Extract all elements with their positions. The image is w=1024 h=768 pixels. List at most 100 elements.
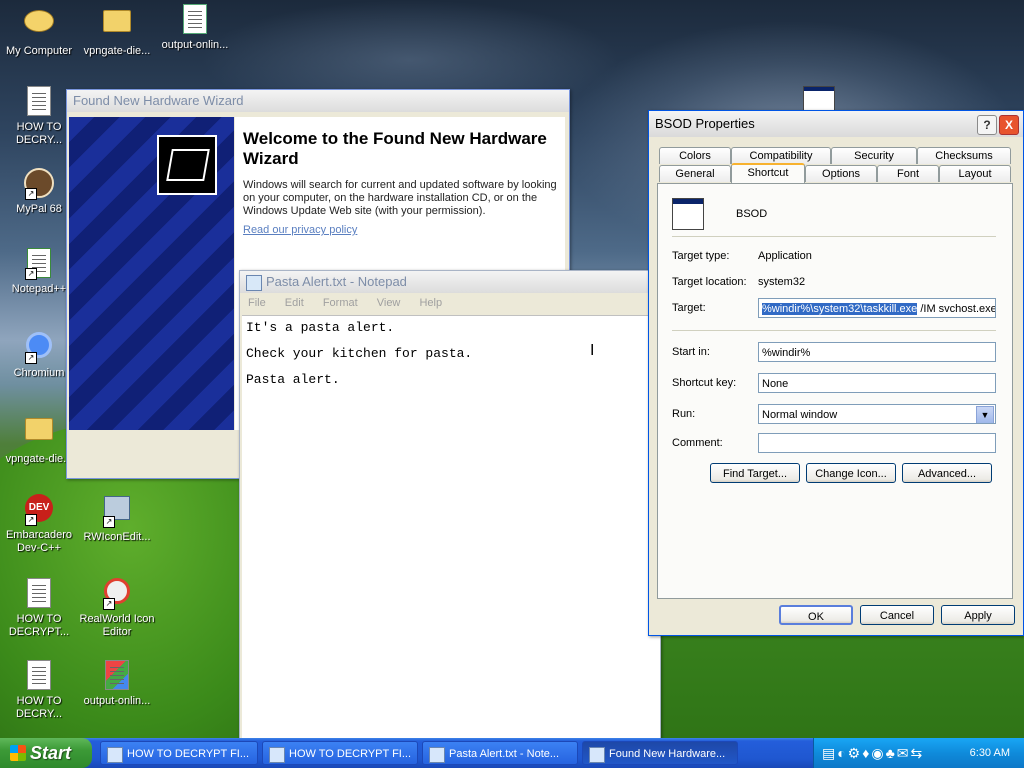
desktop-icon-label: RealWorld Icon Editor — [79, 613, 155, 638]
desktop-icon-label: HOW TO DECRYPT... — [8, 613, 70, 638]
notepad-titlebar[interactable]: Pasta Alert.txt - Notepad — [240, 271, 660, 293]
menu-edit[interactable]: Edit — [285, 297, 304, 309]
realworld-icon: ↗ — [101, 578, 133, 610]
start-in-label: Start in: — [672, 346, 710, 358]
desktop-icon-label: HOW TO DECRY... — [15, 695, 63, 720]
run-label: Run: — [672, 408, 696, 420]
start-label: Start — [30, 743, 72, 763]
tab-font[interactable]: Font — [877, 165, 939, 182]
desktop-icon-label: vpngate-die... — [83, 45, 151, 57]
notepadpp-icon: ↗ — [23, 248, 55, 280]
target-field[interactable]: %windir%\system32\taskkill.exe /IM svcho… — [758, 298, 996, 318]
taskbar: Start HOW TO DECRYPT FI... HOW TO DECRYP… — [0, 738, 1024, 768]
start-in-field[interactable]: %windir% — [758, 342, 996, 362]
wizard-icon — [589, 747, 605, 763]
chevron-down-icon[interactable]: ▼ — [976, 406, 994, 423]
shortcut-name: BSOD — [736, 208, 768, 220]
task-pasta-alert[interactable]: Pasta Alert.txt - Note... — [422, 741, 578, 765]
tab-shortcut[interactable]: Shortcut — [731, 163, 805, 183]
comment-field[interactable] — [758, 433, 996, 453]
target-type-label: Target type: — [672, 250, 730, 262]
desktop-icon-rwiconedit[interactable]: ↗ RWIconEdit... — [78, 494, 156, 544]
notepad-window: Pasta Alert.txt - Notepad File Edit Form… — [239, 270, 661, 742]
find-target-button[interactable]: Find Target... — [710, 463, 800, 483]
wizard-heading: Welcome to the Found New Hardware Wizard — [243, 129, 547, 168]
cancel-button[interactable]: Cancel — [860, 605, 934, 625]
apply-button[interactable]: Apply — [941, 605, 1015, 625]
wizard-body: Windows will search for current and upda… — [243, 179, 557, 217]
tab-options[interactable]: Options — [805, 165, 877, 182]
desktop-icon-realworld[interactable]: ↗ RealWorld Icon Editor — [78, 578, 156, 639]
paint-file-icon — [179, 4, 211, 36]
divider — [672, 330, 996, 331]
desktop-icon-devcpp[interactable]: DEV ↗ Embarcadero Dev-C++ — [0, 494, 78, 555]
my-computer-icon — [23, 10, 55, 42]
text-line: It's a pasta alert. — [246, 320, 395, 335]
folder-icon — [101, 10, 133, 42]
bsod-app-icon — [672, 198, 704, 230]
target-selected-text: %windir%\system32\taskkill.exe — [762, 303, 918, 315]
tray-icons[interactable]: ▤◐⚙♦◉♣✉⇆ — [822, 745, 924, 762]
notepad-icon — [429, 747, 445, 763]
tab-general[interactable]: General — [659, 165, 731, 182]
devcpp-icon: DEV ↗ — [23, 494, 55, 526]
task-label: Pasta Alert.txt - Note... — [449, 748, 560, 760]
tab-colors[interactable]: Colors — [659, 147, 731, 164]
text-file-icon — [23, 86, 55, 118]
task-how-to-decrypt-2[interactable]: HOW TO DECRYPT FI... — [262, 741, 418, 765]
tab-checksums[interactable]: Checksums — [917, 147, 1011, 164]
target-label: Target: — [672, 302, 706, 314]
desktop-icon-label: Embarcadero Dev-C++ — [5, 529, 73, 554]
task-how-to-decrypt-1[interactable]: HOW TO DECRYPT FI... — [100, 741, 258, 765]
tab-compatibility[interactable]: Compatibility — [731, 147, 831, 164]
close-button[interactable]: X — [999, 115, 1019, 135]
notepad-icon — [107, 747, 123, 763]
desktop-icon-label: RWIconEdit... — [83, 531, 151, 543]
desktop-icon-label: output-onlin... — [161, 39, 229, 51]
clock[interactable]: 6:30 AM — [970, 738, 1010, 768]
desktop-icon-output-2[interactable]: output-onlin... — [78, 660, 156, 708]
menu-help[interactable]: Help — [419, 297, 442, 309]
run-value: Normal window — [762, 409, 838, 421]
text-file-icon — [23, 660, 55, 692]
task-found-new-hardware[interactable]: Found New Hardware... — [582, 741, 738, 765]
ok-button[interactable]: OK — [779, 605, 853, 625]
chromium-icon: ↗ — [23, 332, 55, 364]
run-select[interactable]: Normal window ▼ — [758, 404, 996, 424]
start-button[interactable]: Start — [0, 738, 92, 768]
target-rest-text: /IM svchost.exe / — [917, 303, 996, 315]
shortcut-key-label: Shortcut key: — [672, 377, 737, 389]
shortcut-panel: BSOD Target type: Application Target loc… — [657, 183, 1013, 599]
privacy-policy-link[interactable]: Read our privacy policy — [243, 224, 557, 236]
hardware-icon — [157, 135, 217, 195]
desktop-icon-label: output-onlin... — [83, 695, 151, 707]
text-cursor-icon: I — [590, 342, 595, 359]
divider — [672, 236, 996, 237]
props-titlebar[interactable]: BSOD Properties — [649, 111, 1023, 137]
help-button[interactable]: ? — [977, 115, 997, 135]
text-line: Pasta alert. — [246, 372, 340, 387]
wizard-title[interactable]: Found New Hardware Wizard — [67, 90, 569, 112]
tab-security[interactable]: Security — [831, 147, 917, 164]
notepad-menubar: File Edit Format View Help — [240, 293, 660, 313]
target-location-label: Target location: — [672, 276, 747, 288]
change-icon-button[interactable]: Change Icon... — [806, 463, 896, 483]
advanced-button[interactable]: Advanced... — [902, 463, 992, 483]
notepad-icon — [246, 274, 262, 291]
notepad-text-area[interactable]: It's a pasta alert. Check your kitchen f… — [242, 315, 660, 741]
menu-view[interactable]: View — [377, 297, 401, 309]
image-file-icon — [101, 660, 133, 692]
window-app-icon[interactable] — [803, 86, 835, 112]
desktop-icon-how-to-decrypt-2[interactable]: HOW TO DECRYPT... — [0, 578, 78, 639]
tab-layout[interactable]: Layout — [939, 165, 1011, 182]
shortcut-key-field[interactable]: None — [758, 373, 996, 393]
menu-format[interactable]: Format — [323, 297, 358, 309]
comment-label: Comment: — [672, 437, 723, 449]
desktop-icon-vpngate-1[interactable]: vpngate-die... — [78, 4, 156, 58]
desktop-icon-my-computer[interactable]: My Computer — [0, 4, 78, 58]
desktop-icon-how-to-decrypt-3[interactable]: HOW TO DECRY... — [0, 660, 78, 721]
system-tray: ▤◐⚙♦◉♣✉⇆ 6:30 AM — [813, 738, 1024, 768]
menu-file[interactable]: File — [248, 297, 266, 309]
zip-folder-icon — [23, 418, 55, 450]
desktop-icon-output-1[interactable]: output-onlin... — [156, 4, 234, 52]
